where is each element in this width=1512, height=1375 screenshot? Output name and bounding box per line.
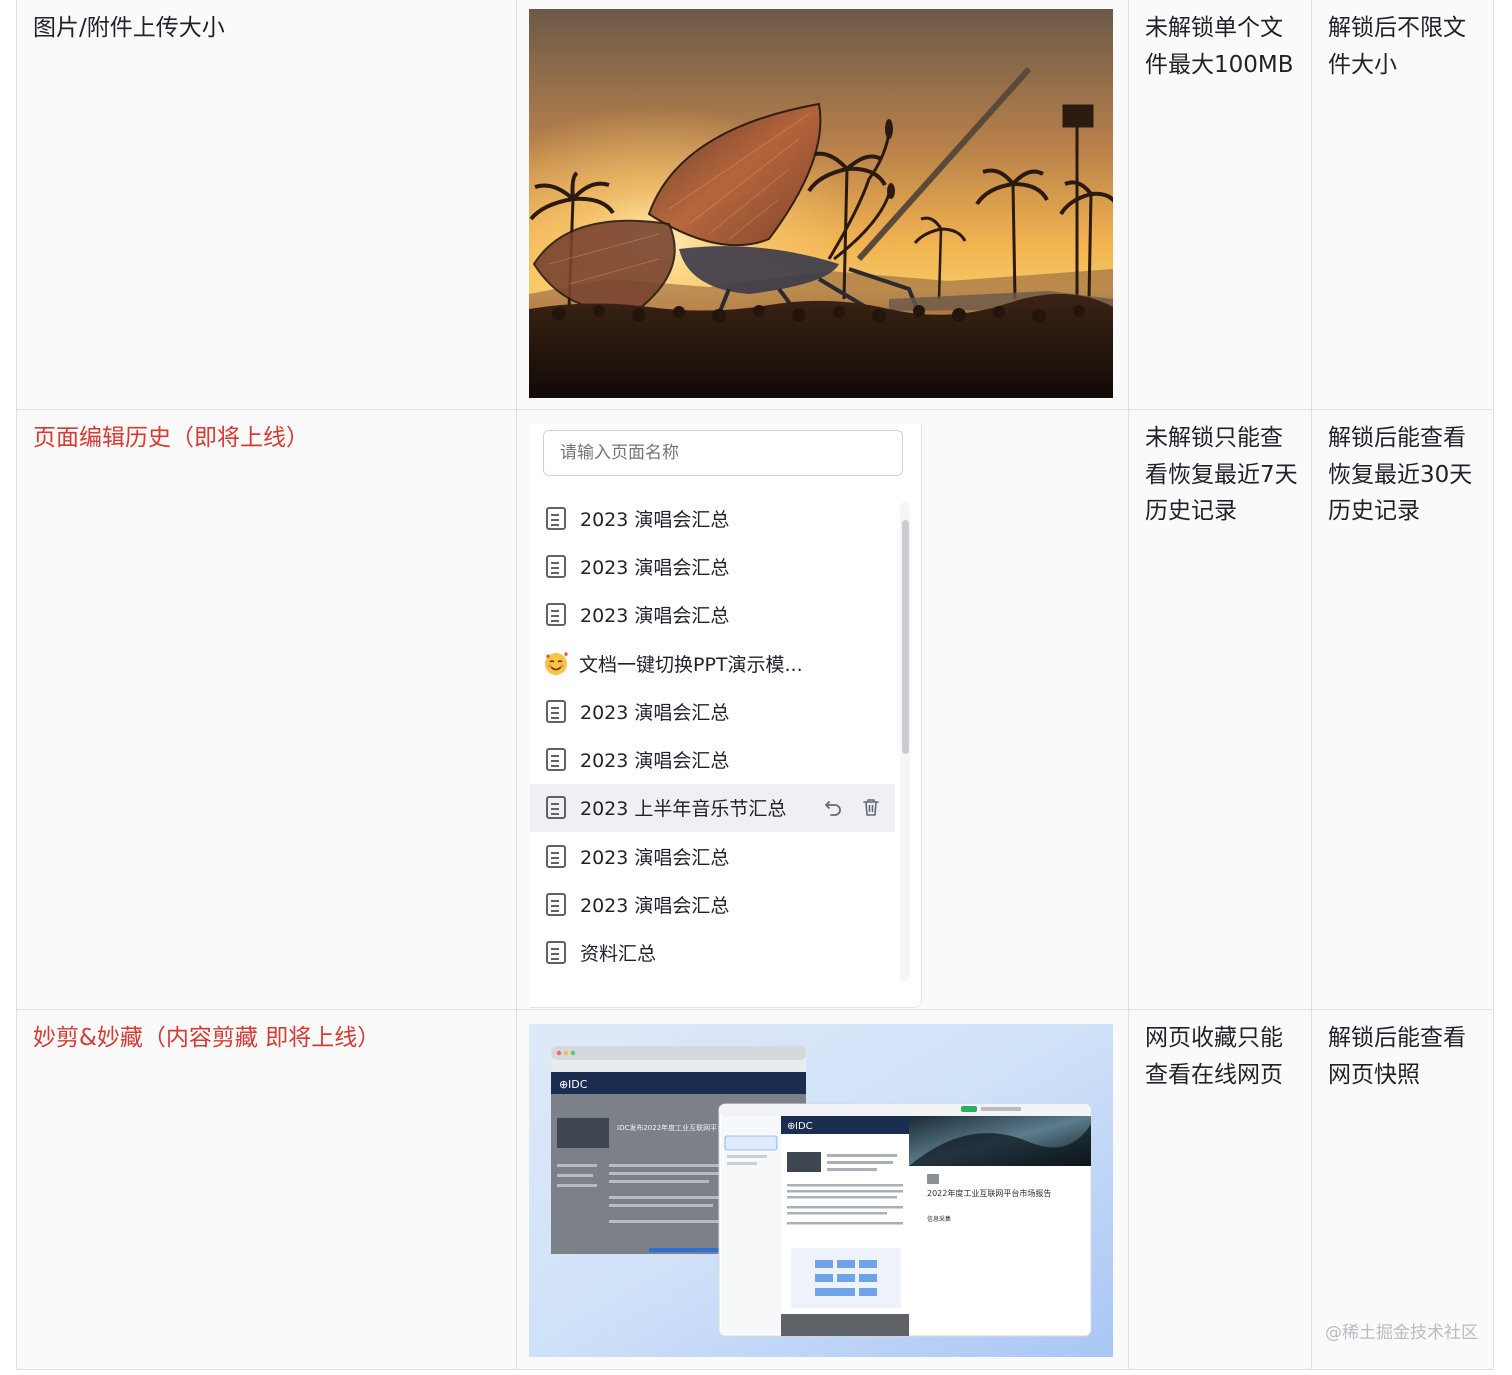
item-title: 资料汇总 bbox=[580, 943, 657, 966]
item-title: 2023 上半年音乐节汇总 bbox=[580, 798, 787, 821]
item-title: 2023 演唱会汇总 bbox=[580, 895, 730, 918]
list-item[interactable]: 2023 演唱会汇总 bbox=[530, 591, 895, 639]
locked-cell: 未解锁单个文件最大100MB bbox=[1128, 0, 1311, 409]
unlocked-description: 解锁后能查看恢复最近30天历史记录 bbox=[1328, 425, 1473, 524]
list-item[interactable]: 2023 演唱会汇总 bbox=[530, 880, 895, 928]
idc-logo-back: IDC bbox=[568, 1078, 588, 1091]
smiling-face-with-hearts-icon bbox=[545, 652, 568, 676]
page-list: 2023 演唱会汇总 2023 演唱会汇总 2023 演唱会汇总 文档一键切换P… bbox=[530, 494, 895, 977]
item-actions bbox=[823, 797, 881, 817]
table-row: 图片/附件上传大小 未解锁单个文件最大100MB 解锁后不限文件大小 bbox=[16, 0, 1494, 410]
list-item[interactable]: 2023 演唱会汇总 bbox=[530, 832, 895, 880]
feature-cell: 图片/附件上传大小 bbox=[16, 0, 516, 409]
web-clipper-screenshot: ⊕ IDC IDC发布2022年度工业互联网平台 ⊕ IDC 2022年度工业互… bbox=[529, 1024, 1113, 1357]
report-subtitle: 信息采集 bbox=[927, 1215, 951, 1223]
locked-description: 未解锁只能查看恢复最近7天历史记录 bbox=[1145, 425, 1298, 524]
page-search-input[interactable] bbox=[543, 430, 903, 476]
unlocked-description: 解锁后能查看网页快照 bbox=[1328, 1025, 1466, 1088]
idc-logo-front: IDC bbox=[795, 1121, 813, 1132]
item-title: 2023 演唱会汇总 bbox=[580, 508, 730, 531]
unlocked-cell: 解锁后能查看恢复最近30天历史记录 bbox=[1311, 410, 1494, 1009]
report-title: 2022年度工业互联网平台市场报告 bbox=[927, 1188, 1051, 1198]
watermark: @稀土掘金技术社区 bbox=[1325, 1323, 1478, 1343]
table-row: 妙剪&妙藏（内容剪藏 即将上线） ⊕ IDC IDC发布2022年度工业互联网平… bbox=[16, 1010, 1494, 1370]
item-title: 2023 演唱会汇总 bbox=[580, 846, 730, 869]
scrollbar-thumb[interactable] bbox=[902, 520, 909, 754]
list-item[interactable]: 2023 演唱会汇总 bbox=[530, 687, 895, 735]
trash-icon[interactable] bbox=[861, 797, 881, 817]
list-item[interactable]: 文档一键切换PPT演示模... bbox=[530, 639, 895, 687]
butterfly-festival-photo bbox=[529, 9, 1113, 398]
item-title: 2023 演唱会汇总 bbox=[580, 701, 730, 724]
doc-icon bbox=[546, 603, 566, 627]
list-item-active[interactable]: 2023 上半年音乐节汇总 bbox=[530, 783, 895, 833]
doc-icon bbox=[546, 844, 566, 868]
doc-icon bbox=[546, 699, 566, 723]
feature-label: 页面编辑历史（即将上线） bbox=[33, 425, 309, 451]
svg-text:⊕: ⊕ bbox=[559, 1078, 568, 1091]
list-item[interactable]: 2023 演唱会汇总 bbox=[530, 494, 895, 542]
feature-cell: 页面编辑历史（即将上线） bbox=[16, 410, 516, 1009]
page-history-panel: 2023 演唱会汇总 2023 演唱会汇总 2023 演唱会汇总 bbox=[530, 424, 922, 1008]
article-heading-back: IDC发布2022年度工业互联网平台 bbox=[617, 1123, 724, 1132]
item-title: 2023 演唱会汇总 bbox=[580, 605, 730, 628]
list-fade-overlay bbox=[530, 977, 921, 1007]
restore-icon[interactable] bbox=[823, 797, 843, 817]
preview-cell: ⊕ IDC IDC发布2022年度工业互联网平台 ⊕ IDC 2022年度工业互… bbox=[516, 1010, 1128, 1369]
item-title: 文档一键切换PPT演示模... bbox=[579, 653, 803, 676]
preview-cell bbox=[516, 0, 1128, 409]
doc-icon bbox=[546, 506, 566, 530]
doc-icon bbox=[546, 796, 566, 820]
doc-icon bbox=[546, 893, 566, 917]
unlocked-cell: 解锁后不限文件大小 bbox=[1311, 0, 1494, 409]
doc-icon bbox=[546, 554, 566, 578]
feature-label: 图片/附件上传大小 bbox=[33, 15, 225, 41]
list-item[interactable]: 2023 演唱会汇总 bbox=[530, 735, 895, 783]
table-row: 页面编辑历史（即将上线） 2023 演唱会汇总 2023 演唱会汇总 bbox=[16, 410, 1494, 1010]
locked-description: 未解锁单个文件最大100MB bbox=[1145, 15, 1294, 78]
locked-description: 网页收藏只能查看在线网页 bbox=[1145, 1025, 1283, 1088]
list-item[interactable]: 资料汇总 bbox=[530, 929, 895, 977]
feature-label: 妙剪&妙藏（内容剪藏 即将上线） bbox=[33, 1025, 381, 1051]
preview-cell: 2023 演唱会汇总 2023 演唱会汇总 2023 演唱会汇总 bbox=[516, 410, 1128, 1009]
doc-icon bbox=[546, 941, 566, 965]
locked-cell: 网页收藏只能查看在线网页 bbox=[1128, 1010, 1311, 1369]
feature-cell: 妙剪&妙藏（内容剪藏 即将上线） bbox=[16, 1010, 516, 1369]
locked-cell: 未解锁只能查看恢复最近7天历史记录 bbox=[1128, 410, 1311, 1009]
item-title: 2023 演唱会汇总 bbox=[580, 750, 730, 773]
unlocked-description: 解锁后不限文件大小 bbox=[1328, 15, 1466, 78]
unlocked-cell: 解锁后能查看网页快照 bbox=[1311, 1010, 1494, 1369]
doc-icon bbox=[546, 748, 566, 772]
list-item[interactable]: 2023 演唱会汇总 bbox=[530, 542, 895, 590]
item-title: 2023 演唱会汇总 bbox=[580, 556, 730, 579]
